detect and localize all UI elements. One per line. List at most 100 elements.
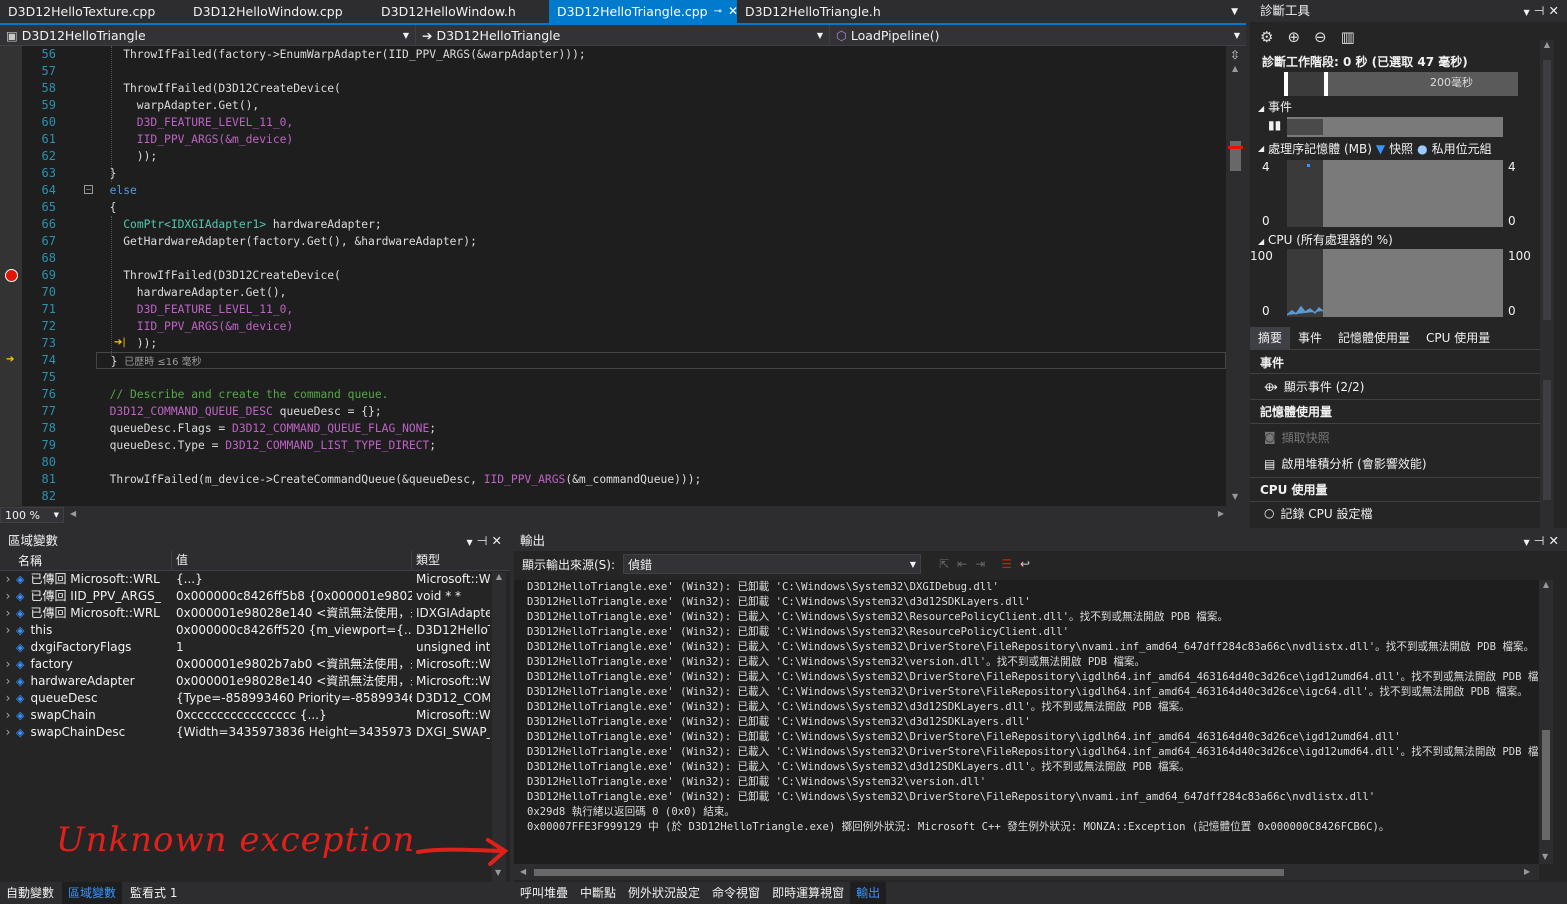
dropdown-icon[interactable]: ▼ (467, 538, 473, 547)
scroll-up-icon[interactable]: ▲ (1232, 64, 1238, 73)
zoom-in-icon[interactable]: ⊕ (1287, 28, 1300, 46)
scroll-right-icon[interactable]: ▶ (1524, 867, 1530, 876)
show-events-link[interactable]: ⟴ 顯示事件 (2/2) (1250, 374, 1540, 400)
pin-icon[interactable]: ⊣ (477, 533, 488, 548)
zoom-out-icon[interactable]: ⊖ (1314, 28, 1327, 46)
perf-tip[interactable]: 已歷時 ≤16 毫秒 (124, 357, 201, 368)
tab-command-window[interactable]: 命令視窗 (706, 882, 766, 904)
scope-dropdown[interactable]: ➔ D3D12HelloTriangle ▼ (416, 25, 830, 45)
tab-d3d12hellotexture-cpp[interactable]: D3D12HelloTexture.cpp (0, 0, 185, 24)
variable-value[interactable]: 0x000001e9802b7ab0 <資訊無法使用，未為 (172, 656, 412, 673)
dropdown-icon[interactable]: ▼ (1524, 8, 1530, 17)
close-icon[interactable]: ✕ (1549, 533, 1559, 548)
close-icon[interactable]: ✕ (1549, 3, 1559, 18)
expand-icon[interactable]: › (0, 673, 16, 690)
output-vertical-scrollbar[interactable]: ▲ ▼ (1539, 580, 1553, 864)
code-view[interactable]: ThrowIfFailed(factory->EnumWarpAdapter(I… (96, 46, 1226, 506)
pin-icon[interactable]: ⊣ (1534, 3, 1545, 18)
tab-watch-1[interactable]: 監看式 1 (124, 882, 183, 904)
variable-value[interactable]: 1 (172, 639, 412, 656)
column-header-name[interactable]: 名稱 (0, 551, 172, 570)
take-snapshot-button[interactable]: ◙ 擷取快照 (1250, 424, 1540, 450)
output-horizontal-scrollbar[interactable]: ◀ ▶ (514, 864, 1539, 880)
expand-icon[interactable]: › (0, 622, 16, 639)
find-source-icon[interactable]: ⇱ (939, 557, 949, 571)
tab-breakpoints[interactable]: 中斷點 (574, 882, 622, 904)
project-dropdown[interactable]: ▣ D3D12HelloTriangle ▼ (0, 25, 416, 45)
variable-value[interactable]: {Width=3435973836 Height=3435973836 For (172, 724, 412, 741)
tab-cpu-usage[interactable]: CPU 使用量 (1418, 327, 1498, 349)
scroll-left-icon[interactable]: ◀ (520, 867, 526, 876)
tab-d3d12hellowindow-h[interactable]: D3D12HelloWindow.h (373, 0, 549, 24)
tab-output[interactable]: 輸出 (850, 882, 887, 904)
locals-row[interactable]: › ◈ hardwareAdapter 0x000001e98028e140 <資訊無… (0, 673, 510, 690)
breakpoint-icon[interactable] (5, 269, 18, 282)
expand-icon[interactable]: › (0, 656, 16, 673)
scroll-up-icon[interactable]: ▲ (1539, 580, 1553, 589)
tab-autos[interactable]: 自動變數 (0, 882, 60, 904)
expand-icon[interactable]: › (0, 605, 16, 622)
scroll-thumb[interactable] (534, 869, 1284, 876)
timeline-ruler[interactable]: 200毫秒 (1284, 72, 1518, 96)
locals-row[interactable]: › ◈ factory 0x000001e9802b7ab0 <資訊無法使用，未為 Mi… (0, 656, 510, 673)
pin-icon[interactable]: ⊸ (714, 0, 722, 24)
tab-d3d12hellotriangle-cpp[interactable]: D3D12HelloTriangle.cpp ⊸ ✕ (549, 0, 738, 24)
tab-events[interactable]: 事件 (1290, 327, 1330, 349)
heap-profiling-button[interactable]: ▤ 啟用堆積分析 (會影響效能) (1250, 450, 1540, 478)
tab-immediate-window[interactable]: 即時運算視窗 (766, 882, 850, 904)
close-icon[interactable]: ✕ (492, 533, 502, 548)
tab-memory-usage[interactable]: 記憶體使用量 (1330, 327, 1418, 349)
member-dropdown[interactable]: ⬡ LoadPipeline() ▼ (830, 25, 1246, 45)
tab-locals[interactable]: 區域變數 (62, 882, 123, 904)
zoom-dropdown[interactable]: 100 % ▼ (0, 507, 64, 523)
locals-row[interactable]: › ◈ 已傳回 Microsoft::WRL 0x000001e98028e140 <… (0, 605, 510, 622)
split-icon[interactable]: ⇳ (1230, 48, 1240, 62)
expand-icon[interactable]: › (0, 690, 16, 707)
code-editor[interactable]: ➔ 56 57 58 59 60 61 62 63 64 65 66 67 68 69 70 71 72 73 74… (0, 46, 1246, 506)
variable-value[interactable]: 0xcccccccccccccccc {...} (172, 707, 412, 724)
collapse-icon[interactable]: ◢ (1258, 104, 1264, 113)
expand-icon[interactable]: › (0, 724, 16, 741)
cpu-chart[interactable] (1287, 249, 1503, 317)
tab-exception-settings[interactable]: 例外狀況設定 (622, 882, 706, 904)
settings-gear-icon[interactable]: ⚙ (1260, 28, 1273, 46)
scroll-thumb-lower[interactable] (1543, 380, 1551, 500)
expand-icon[interactable]: › (0, 571, 16, 588)
outline-collapse-icon[interactable]: − (84, 185, 93, 194)
locals-row[interactable]: › ◈ this 0x000000c8426ff520 {m_viewport={..… (0, 622, 510, 639)
expand-icon[interactable]: › (0, 588, 16, 605)
word-wrap-icon[interactable]: ↩ (1020, 557, 1030, 571)
tab-d3d12hellotriangle-h[interactable]: D3D12HelloTriangle.h (737, 0, 917, 24)
variable-value[interactable]: 0x000001e98028e140 <資訊無法使用，未為 (172, 673, 412, 690)
output-text-area[interactable]: D3D12HelloTriangle.exe' (Win32): 已卸載 'C:… (514, 580, 1560, 864)
indicator-margin[interactable]: ➔ (0, 46, 22, 506)
scroll-down-icon[interactable]: ▼ (1232, 492, 1238, 501)
dropdown-icon[interactable]: ▼ (1524, 538, 1530, 547)
locals-row[interactable]: › ◈ queueDesc {Type=-858993460 Priority=-85… (0, 690, 510, 707)
scroll-up-icon[interactable]: ▲ (1540, 40, 1554, 49)
tab-call-stack[interactable]: 呼叫堆疊 (514, 882, 574, 904)
cpu-section-header[interactable]: ◢ CPU (所有處理器的 %) (1250, 231, 1393, 248)
scroll-up-icon[interactable]: ▲ (492, 572, 506, 581)
output-source-dropdown[interactable]: 偵錯 ▼ (623, 554, 922, 574)
reset-view-icon[interactable]: ▥ (1341, 28, 1355, 46)
diagnostics-scrollbar[interactable]: ▲ (1540, 40, 1554, 528)
collapse-icon[interactable]: ◢ (1258, 144, 1264, 153)
locals-row[interactable]: › ◈ swapChain 0xcccccccccccccccc {...} Micro… (0, 707, 510, 724)
column-header-value[interactable]: 值 (172, 551, 412, 570)
tab-summary[interactable]: 摘要 (1250, 326, 1291, 349)
variable-value[interactable]: 0x000000c8426ff520 {m_viewport={...} m_s… (172, 622, 412, 639)
memory-section-header[interactable]: ◢ 處理序記憶體 (MB) ▼ 快照 ● 私用位元組 (1250, 140, 1492, 157)
next-message-icon[interactable]: ⇥ (975, 557, 985, 571)
variable-value[interactable]: 0x000001e98028e140 <資訊無法使用，未為 (172, 605, 412, 622)
scroll-down-icon[interactable]: ▼ (1542, 852, 1548, 861)
collapse-icon[interactable]: ◢ (1258, 237, 1264, 246)
variable-value[interactable]: {...} (172, 571, 412, 588)
column-header-type[interactable]: 類型 (412, 551, 490, 570)
locals-row[interactable]: › ◈ 已傳回 IID_PPV_ARGS_ 0x000000c8426ff5b8 {0… (0, 588, 510, 605)
variable-value[interactable]: {Type=-858993460 Priority=-858993460 Fla… (172, 690, 412, 707)
scroll-down-icon[interactable]: ▼ (495, 868, 501, 877)
expand-icon[interactable]: › (0, 707, 16, 724)
scroll-right-icon[interactable]: ▶ (1218, 509, 1224, 518)
editor-vertical-scrollbar[interactable]: ⇳ ▲ ▼ (1226, 46, 1246, 506)
